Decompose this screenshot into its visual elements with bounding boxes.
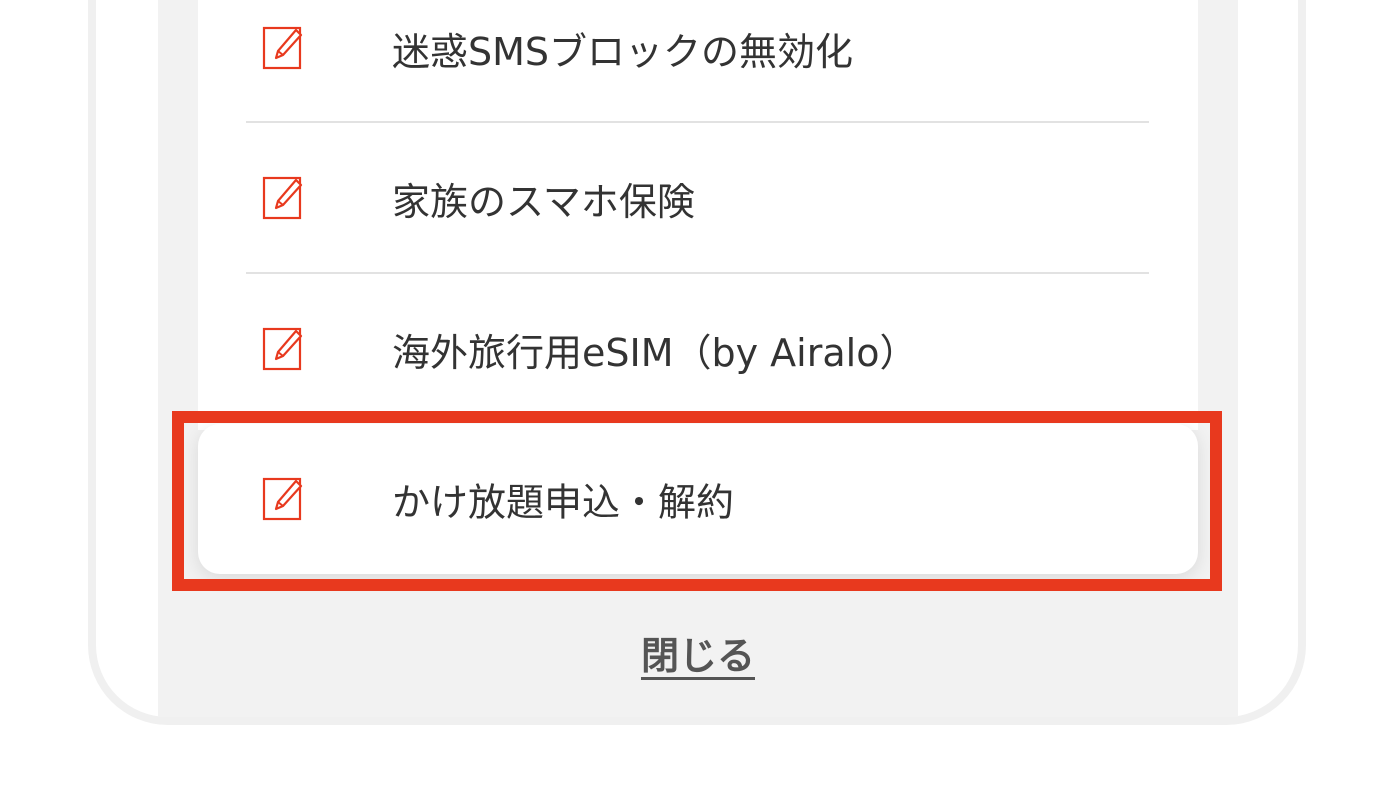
edit-form-icon [262, 327, 303, 371]
menu-item-sms-block[interactable]: 迷惑SMSブロックの無効化 [246, 0, 1149, 123]
menu-item-family-insurance[interactable]: 家族のスマホ保険 [246, 123, 1149, 273]
menu-item-label: 海外旅行用eSIM（by Airalo） [392, 330, 918, 375]
highlight-annotation-box [172, 411, 1222, 591]
menu-item-label: 迷惑SMSブロックの無効化 [392, 29, 854, 74]
modal-screen: 迷惑SMSブロックの無効化 家族のスマホ保険 海外旅行用eSIM（by Aira… [158, 0, 1238, 717]
menu-item-label: 家族のスマホ保険 [392, 179, 695, 224]
menu-list: 迷惑SMSブロックの無効化 家族のスマホ保険 海外旅行用eSIM（by Aira… [198, 0, 1198, 430]
close-link[interactable]: 閉じる [158, 625, 1238, 680]
edit-form-icon [262, 176, 303, 220]
menu-item-overseas-esim[interactable]: 海外旅行用eSIM（by Airalo） [246, 274, 1149, 424]
edit-form-icon [262, 26, 303, 70]
